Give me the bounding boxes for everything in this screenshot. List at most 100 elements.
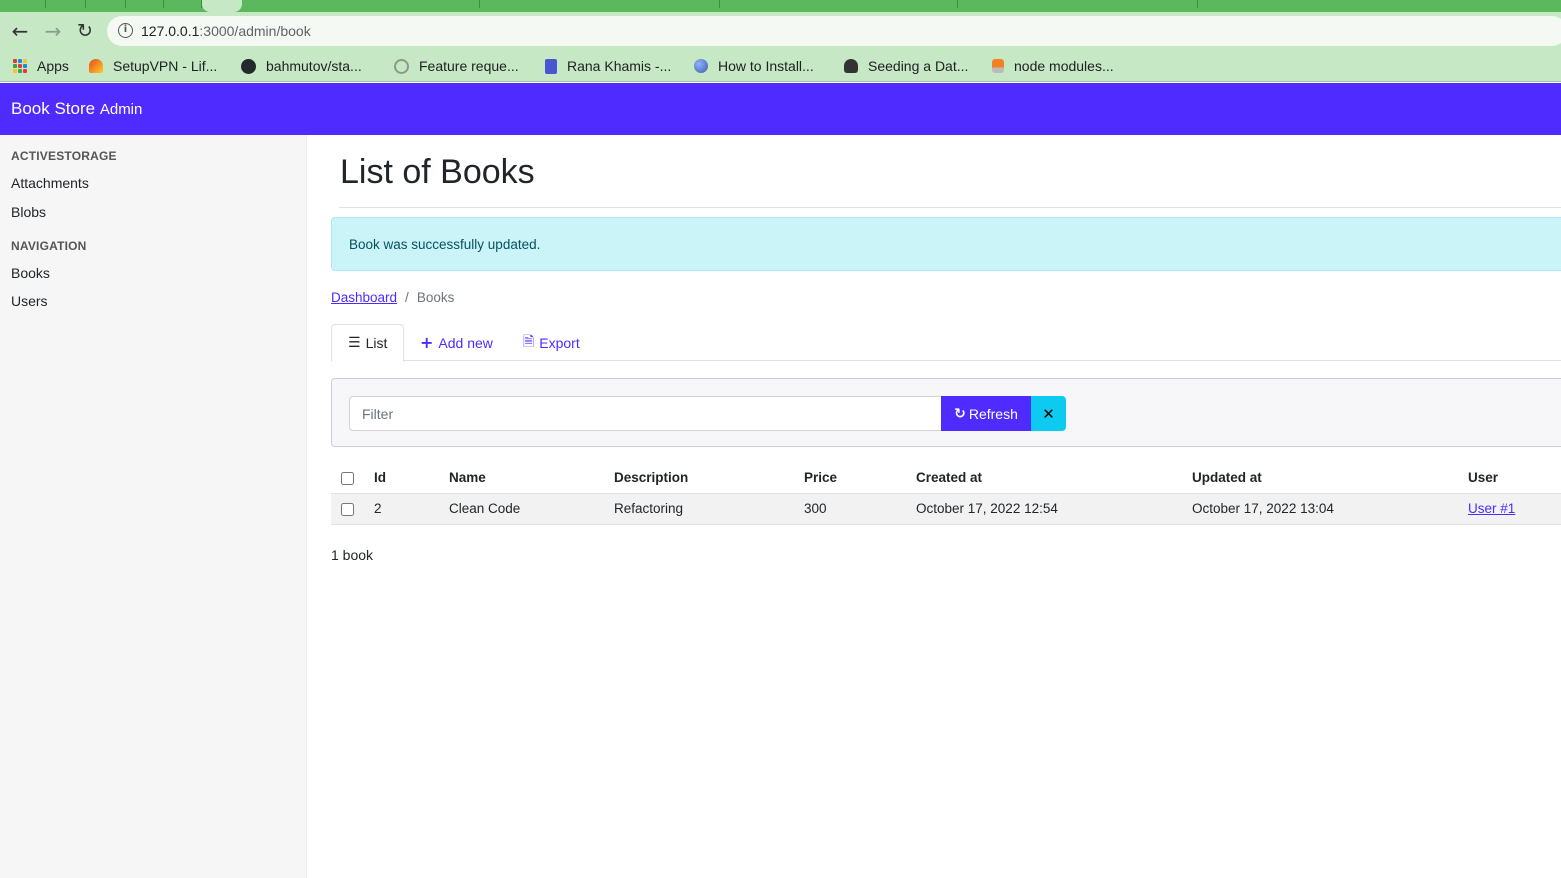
cell-description: Refactoring	[614, 493, 804, 525]
refresh-button[interactable]: ↻ Refresh	[941, 396, 1031, 431]
column-header[interactable]: Id	[374, 462, 449, 494]
tab-label: Add new	[438, 334, 493, 351]
books-table: Id Name Description Price Created at Upd…	[331, 462, 1561, 525]
cell-created-at: October 17, 2022 12:54	[916, 493, 1192, 525]
column-header[interactable]: Description	[614, 462, 804, 494]
apps-grid-icon	[13, 59, 27, 73]
divider	[339, 207, 1561, 208]
column-header[interactable]: Updated at	[1192, 462, 1468, 494]
tab-label: Export	[539, 334, 580, 351]
bookmark-label: Seeding a Dat...	[868, 58, 969, 74]
vpn-icon	[89, 59, 103, 73]
forward-button[interactable]: →	[41, 19, 65, 43]
plus-icon: +	[420, 333, 434, 352]
sidebar-item-blobs[interactable]: Blobs	[11, 204, 46, 220]
cell-user: User #1	[1468, 493, 1561, 525]
stackoverflow-icon	[992, 59, 1004, 73]
browser-tab[interactable]	[126, 0, 164, 8]
breadcrumb: Dashboard / Books	[331, 290, 454, 305]
list-icon: ☰	[348, 335, 361, 351]
row-select-cell	[331, 493, 374, 525]
bookmark-feature-request[interactable]: Feature reque...	[394, 55, 519, 77]
table-row[interactable]: 2 Clean Code Refactoring 300 October 17,…	[331, 493, 1561, 525]
cell-name: Clean Code	[449, 493, 614, 525]
globe-icon	[694, 59, 708, 73]
bookmark-label: SetupVPN - Lif...	[113, 58, 218, 74]
sidebar-item-books[interactable]: Books	[11, 265, 50, 281]
select-all-cell	[331, 462, 374, 494]
bookmark-apps[interactable]: Apps	[13, 55, 69, 77]
bookmark-bahmutov[interactable]: bahmutov/sta...	[241, 55, 362, 77]
browser-tab[interactable]	[480, 0, 720, 8]
browser-tab[interactable]	[86, 0, 126, 8]
bookmark-label: Apps	[37, 58, 69, 74]
info-icon[interactable]: i	[118, 23, 133, 38]
bookmark-how-to-install[interactable]: How to Install...	[694, 55, 814, 77]
url-text[interactable]: 127.0.0.1:3000/admin/book	[141, 23, 311, 39]
clear-filter-button[interactable]: ✕	[1031, 396, 1066, 431]
address-bar[interactable]: i 127.0.0.1:3000/admin/book	[107, 16, 1561, 46]
table-header-row: Id Name Description Price Created at Upd…	[331, 462, 1561, 494]
breadcrumb-dashboard[interactable]: Dashboard	[331, 290, 397, 305]
cell-updated-at: October 17, 2022 13:04	[1192, 493, 1468, 525]
bookmark-node-modules[interactable]: node modules...	[992, 55, 1114, 77]
close-icon: ✕	[1042, 404, 1055, 423]
bookmarks-bar: Apps SetupVPN - Lif... bahmutov/sta... F…	[0, 50, 1561, 82]
docs-icon	[545, 58, 557, 74]
reload-button[interactable]: ↻	[73, 19, 97, 43]
user-link[interactable]: User #1	[1468, 501, 1515, 516]
bookmark-setupvpn[interactable]: SetupVPN - Lif...	[89, 55, 217, 77]
cell-price: 300	[804, 493, 916, 525]
brand-link[interactable]: Book Store Admin	[11, 99, 142, 119]
sidebar-heading-activestorage: ACTIVESTORAGE	[11, 149, 117, 163]
github-icon	[241, 58, 256, 74]
bookmark-label: Rana Khamis -...	[567, 58, 672, 74]
browser-tabstrip	[0, 0, 1561, 12]
browser-tab[interactable]	[958, 0, 1198, 8]
cell-id: 2	[374, 493, 449, 525]
row-checkbox[interactable]	[341, 502, 354, 516]
filter-panel: ↻ Refresh ✕	[331, 378, 1561, 447]
bookmark-label: node modules...	[1014, 58, 1114, 74]
main-content: List of Books Book was successfully upda…	[331, 135, 1561, 878]
bookmark-seeding[interactable]: Seeding a Dat...	[844, 55, 968, 77]
record-count: 1 book	[331, 547, 374, 563]
refresh-icon: ↻	[954, 405, 966, 422]
alert-message: Book was successfully updated.	[349, 237, 541, 252]
browser-tab[interactable]	[164, 0, 202, 8]
sidebar-heading-navigation: NAVIGATION	[11, 239, 87, 253]
browser-tab-active[interactable]	[202, 0, 242, 12]
browser-tab[interactable]	[46, 0, 86, 8]
success-alert: Book was successfully updated.	[331, 217, 1561, 271]
person-icon	[844, 59, 858, 73]
bookmark-label: bahmutov/sta...	[266, 58, 362, 74]
sidebar: ACTIVESTORAGE Attachments Blobs NAVIGATI…	[0, 135, 307, 878]
column-header[interactable]: Created at	[916, 462, 1192, 494]
app-navbar: Book Store Admin	[0, 83, 1561, 135]
sidebar-item-attachments[interactable]: Attachments	[11, 175, 89, 191]
browser-tab[interactable]	[720, 0, 958, 8]
export-icon: 🗎	[523, 333, 535, 350]
column-header[interactable]: Name	[449, 462, 614, 494]
action-tabs: ☰ List + Add new 🗎 Export	[331, 324, 1561, 362]
breadcrumb-separator: /	[405, 290, 409, 305]
refresh-label: Refresh	[968, 405, 1018, 422]
select-all-checkbox[interactable]	[341, 471, 354, 485]
browser-tab[interactable]	[242, 0, 480, 8]
column-header[interactable]: Price	[804, 462, 916, 494]
back-button[interactable]: ←	[8, 19, 32, 43]
bookmark-label: Feature reque...	[419, 58, 519, 74]
breadcrumb-current: Books	[416, 290, 455, 305]
bookmark-label: How to Install...	[718, 58, 814, 74]
browser-toolbar: ← → ↻ i 127.0.0.1:3000/admin/book	[0, 12, 1561, 50]
sidebar-item-users[interactable]: Users	[11, 293, 48, 309]
tab-add-new[interactable]: + Add new	[420, 324, 493, 361]
tab-export[interactable]: 🗎 Export	[523, 324, 580, 361]
filter-input[interactable]	[349, 396, 942, 431]
bookmark-rana-khamis[interactable]: Rana Khamis -...	[545, 55, 671, 77]
brand-title: Book Store	[11, 99, 96, 118]
browser-tab[interactable]	[0, 0, 46, 8]
tab-label: List	[365, 335, 388, 351]
tab-list[interactable]: ☰ List	[331, 324, 404, 362]
column-header[interactable]: User	[1468, 462, 1561, 494]
